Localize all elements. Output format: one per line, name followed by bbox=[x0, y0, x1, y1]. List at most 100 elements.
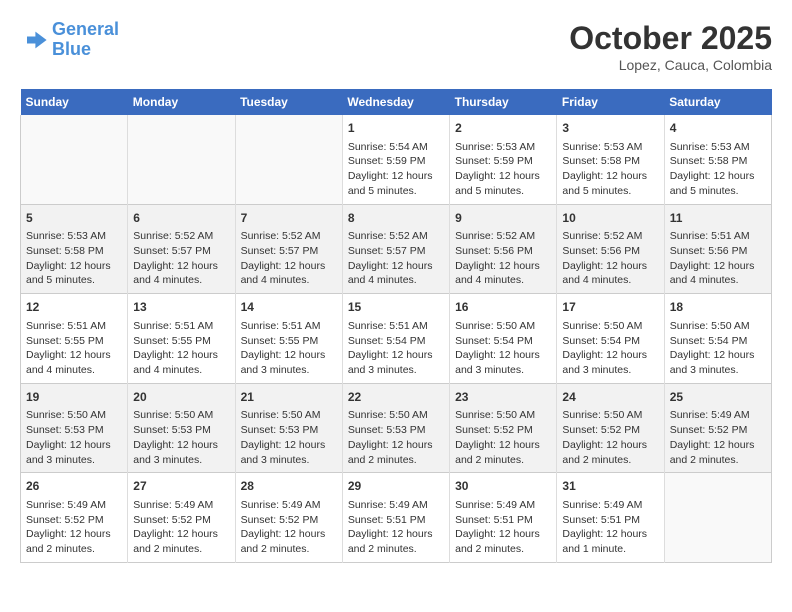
calendar-cell: 2Sunrise: 5:53 AMSunset: 5:59 PMDaylight… bbox=[450, 115, 557, 204]
day-info: Daylight: 12 hours bbox=[241, 259, 337, 274]
day-info: and 4 minutes. bbox=[241, 273, 337, 288]
calendar-cell bbox=[235, 115, 342, 204]
day-info: Sunset: 5:56 PM bbox=[562, 244, 658, 259]
day-number: 29 bbox=[348, 478, 444, 495]
day-info: and 1 minute. bbox=[562, 542, 658, 557]
calendar-cell: 4Sunrise: 5:53 AMSunset: 5:58 PMDaylight… bbox=[664, 115, 771, 204]
calendar-cell: 21Sunrise: 5:50 AMSunset: 5:53 PMDayligh… bbox=[235, 383, 342, 473]
logo-blue: Blue bbox=[52, 39, 91, 59]
day-info: Daylight: 12 hours bbox=[26, 259, 122, 274]
day-info: Sunset: 5:58 PM bbox=[562, 154, 658, 169]
day-info: Sunrise: 5:50 AM bbox=[562, 319, 658, 334]
calendar-cell: 30Sunrise: 5:49 AMSunset: 5:51 PMDayligh… bbox=[450, 473, 557, 563]
day-info: Sunrise: 5:52 AM bbox=[241, 229, 337, 244]
calendar-cell: 24Sunrise: 5:50 AMSunset: 5:52 PMDayligh… bbox=[557, 383, 664, 473]
day-info: Sunrise: 5:49 AM bbox=[455, 498, 551, 513]
day-info: Daylight: 12 hours bbox=[26, 438, 122, 453]
day-info: Sunrise: 5:49 AM bbox=[670, 408, 766, 423]
day-info: Daylight: 12 hours bbox=[455, 527, 551, 542]
calendar-cell bbox=[128, 115, 235, 204]
calendar-cell bbox=[664, 473, 771, 563]
weekday-header-row: SundayMondayTuesdayWednesdayThursdayFrid… bbox=[21, 89, 772, 115]
day-info: Sunrise: 5:53 AM bbox=[26, 229, 122, 244]
day-info: Sunset: 5:57 PM bbox=[133, 244, 229, 259]
day-info: Sunset: 5:59 PM bbox=[348, 154, 444, 169]
day-number: 13 bbox=[133, 299, 229, 316]
day-number: 31 bbox=[562, 478, 658, 495]
day-info: and 4 minutes. bbox=[455, 273, 551, 288]
day-info: Sunrise: 5:53 AM bbox=[670, 140, 766, 155]
day-info: Sunrise: 5:49 AM bbox=[26, 498, 122, 513]
day-number: 11 bbox=[670, 210, 766, 227]
day-number: 12 bbox=[26, 299, 122, 316]
calendar-cell: 13Sunrise: 5:51 AMSunset: 5:55 PMDayligh… bbox=[128, 294, 235, 384]
logo-general: General bbox=[52, 19, 119, 39]
calendar-cell: 14Sunrise: 5:51 AMSunset: 5:55 PMDayligh… bbox=[235, 294, 342, 384]
logo: General Blue bbox=[20, 20, 119, 60]
day-number: 19 bbox=[26, 389, 122, 406]
day-info: Sunrise: 5:51 AM bbox=[241, 319, 337, 334]
day-info: Daylight: 12 hours bbox=[562, 259, 658, 274]
day-info: and 4 minutes. bbox=[133, 363, 229, 378]
day-info: Daylight: 12 hours bbox=[133, 527, 229, 542]
weekday-header: Wednesday bbox=[342, 89, 449, 115]
day-info: Daylight: 12 hours bbox=[455, 438, 551, 453]
day-info: Daylight: 12 hours bbox=[133, 438, 229, 453]
day-info: Sunrise: 5:50 AM bbox=[455, 408, 551, 423]
logo-text: General Blue bbox=[52, 20, 119, 60]
day-info: Sunset: 5:57 PM bbox=[241, 244, 337, 259]
day-info: and 2 minutes. bbox=[455, 542, 551, 557]
day-info: Sunset: 5:52 PM bbox=[562, 423, 658, 438]
day-info: Daylight: 12 hours bbox=[241, 438, 337, 453]
day-info: Sunrise: 5:51 AM bbox=[670, 229, 766, 244]
day-info: Sunset: 5:52 PM bbox=[133, 513, 229, 528]
day-info: Sunrise: 5:51 AM bbox=[26, 319, 122, 334]
day-info: Sunrise: 5:49 AM bbox=[348, 498, 444, 513]
day-info: and 3 minutes. bbox=[241, 453, 337, 468]
day-info: Daylight: 12 hours bbox=[455, 259, 551, 274]
day-info: Daylight: 12 hours bbox=[348, 348, 444, 363]
day-info: Sunset: 5:58 PM bbox=[26, 244, 122, 259]
calendar-cell: 7 Sunrise: 5:52 AMSunset: 5:57 PMDaylight… bbox=[235, 204, 342, 294]
day-info: Daylight: 12 hours bbox=[348, 527, 444, 542]
day-info: Sunset: 5:53 PM bbox=[241, 423, 337, 438]
day-info: and 3 minutes. bbox=[26, 453, 122, 468]
day-info: Sunset: 5:52 PM bbox=[26, 513, 122, 528]
day-info: Sunset: 5:59 PM bbox=[455, 154, 551, 169]
day-info: Daylight: 12 hours bbox=[670, 438, 766, 453]
day-number: 5 bbox=[26, 210, 122, 227]
calendar-cell: 6Sunrise: 5:52 AMSunset: 5:57 PMDaylight… bbox=[128, 204, 235, 294]
day-info: Sunset: 5:52 PM bbox=[670, 423, 766, 438]
day-info: Daylight: 12 hours bbox=[241, 527, 337, 542]
calendar-week-row: 12Sunrise: 5:51 AMSunset: 5:55 PMDayligh… bbox=[21, 294, 772, 384]
day-number: 16 bbox=[455, 299, 551, 316]
day-info: Sunrise: 5:49 AM bbox=[241, 498, 337, 513]
day-info: Sunrise: 5:52 AM bbox=[133, 229, 229, 244]
weekday-header: Tuesday bbox=[235, 89, 342, 115]
page-header: General Blue October 2025 Lopez, Cauca, … bbox=[20, 20, 772, 73]
day-info: Sunset: 5:57 PM bbox=[348, 244, 444, 259]
day-info: and 5 minutes. bbox=[26, 273, 122, 288]
day-info: Daylight: 12 hours bbox=[26, 527, 122, 542]
weekday-header: Sunday bbox=[21, 89, 128, 115]
calendar-week-row: 1Sunrise: 5:54 AMSunset: 5:59 PMDaylight… bbox=[21, 115, 772, 204]
day-info: Sunrise: 5:49 AM bbox=[133, 498, 229, 513]
day-info: Sunset: 5:55 PM bbox=[241, 334, 337, 349]
day-info: and 2 minutes. bbox=[133, 542, 229, 557]
day-info: Daylight: 12 hours bbox=[133, 348, 229, 363]
day-number: 17 bbox=[562, 299, 658, 316]
day-info: Daylight: 12 hours bbox=[455, 169, 551, 184]
day-info: Sunset: 5:53 PM bbox=[348, 423, 444, 438]
day-info: and 4 minutes. bbox=[26, 363, 122, 378]
day-info: Daylight: 12 hours bbox=[455, 348, 551, 363]
weekday-header: Saturday bbox=[664, 89, 771, 115]
calendar-cell bbox=[21, 115, 128, 204]
day-number: 25 bbox=[670, 389, 766, 406]
day-number: 30 bbox=[455, 478, 551, 495]
day-number: 7 bbox=[241, 210, 337, 227]
day-info: Sunset: 5:54 PM bbox=[455, 334, 551, 349]
calendar-body: 1Sunrise: 5:54 AMSunset: 5:59 PMDaylight… bbox=[21, 115, 772, 562]
day-info: Sunrise: 5:50 AM bbox=[241, 408, 337, 423]
day-info: and 4 minutes. bbox=[562, 273, 658, 288]
day-info: Sunrise: 5:51 AM bbox=[133, 319, 229, 334]
